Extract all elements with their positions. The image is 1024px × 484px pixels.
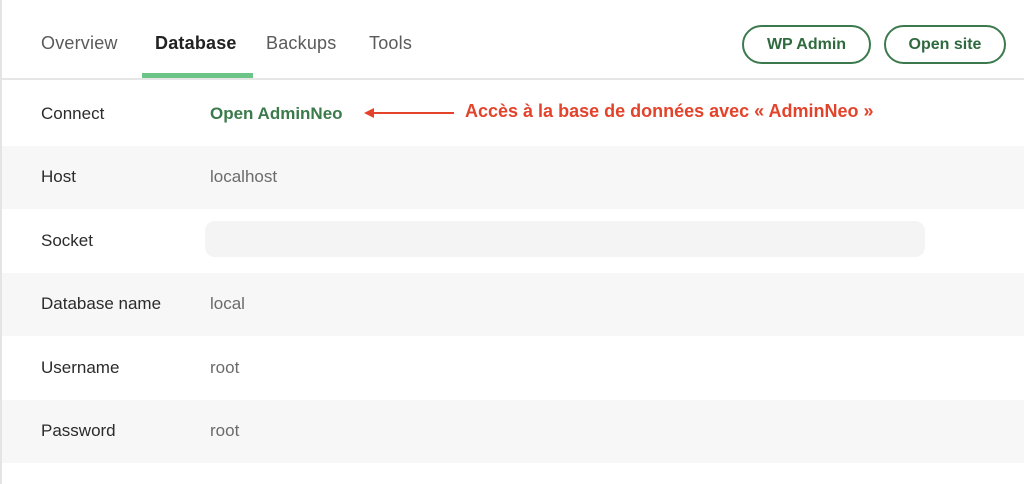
socket-field[interactable]: [205, 221, 925, 257]
connect-label: Connect: [41, 103, 105, 123]
row-database-name: Database name local: [2, 272, 1024, 336]
row-username: Username root: [2, 336, 1024, 400]
tab-database[interactable]: Database: [155, 33, 237, 54]
tab-tools[interactable]: Tools: [369, 33, 412, 54]
password-label: Password: [41, 421, 116, 441]
row-password: Password root: [2, 399, 1024, 463]
database-name-value[interactable]: local: [210, 294, 245, 314]
username-label: Username: [41, 357, 120, 377]
open-adminneo-link[interactable]: Open AdminNeo: [210, 104, 343, 124]
tab-backups[interactable]: Backups: [266, 33, 336, 54]
database-name-label: Database name: [41, 294, 162, 314]
row-socket: Socket: [2, 209, 1024, 273]
active-tab-indicator: [142, 73, 253, 78]
annotation-text: Accès à la base de données avec « AdminN…: [465, 101, 874, 121]
arrow-left-icon: [364, 108, 454, 118]
host-label: Host: [41, 167, 76, 187]
tab-overview[interactable]: Overview: [41, 33, 118, 54]
header-bar: Overview Database Backups Tools WP Admin…: [2, 0, 1024, 80]
wp-admin-button[interactable]: WP Admin: [742, 25, 871, 64]
username-value[interactable]: root: [210, 358, 239, 378]
database-info-table: Connect Open AdminNeo Host localhost Soc…: [2, 82, 1024, 463]
socket-label: Socket: [41, 230, 93, 250]
host-value[interactable]: localhost: [210, 167, 277, 187]
open-site-button[interactable]: Open site: [884, 25, 1006, 64]
row-host: Host localhost: [2, 145, 1024, 209]
password-value[interactable]: root: [210, 421, 239, 441]
